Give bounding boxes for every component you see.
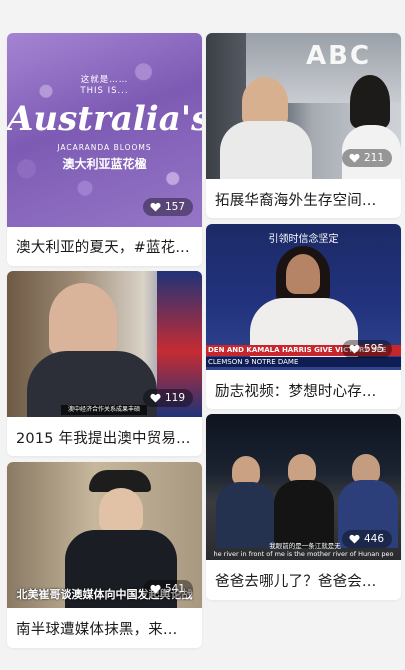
person-figure [216,482,276,548]
heart-icon [349,153,360,163]
heart-icon [150,393,161,403]
like-count: 446 [363,533,384,545]
video-subtitle: 澳中经济合作关系成果丰硕 [61,405,147,415]
video-thumbnail[interactable]: 澳中经济合作关系成果丰硕 119 [7,271,202,417]
like-count: 595 [363,343,384,355]
video-card[interactable]: 引领时信念坚定 DEN AND KAMALA HARRIS GIVE VICTO… [206,224,401,409]
video-caption[interactable]: 爸爸去哪儿了？爸爸会... [215,570,393,591]
like-count-badge: 119 [142,389,193,407]
heart-icon [349,344,360,354]
speaker-figure [99,488,143,532]
like-count: 157 [164,201,185,213]
video-subtitle: he river in front of me is the mother ri… [213,550,394,558]
video-card[interactable]: ABC 211 拓展华裔海外生存空间... [206,33,401,218]
like-count-badge: 595 [341,340,392,358]
host-figure [242,77,288,127]
person-figure [274,480,334,548]
video-card[interactable]: 这就是…… THIS IS... Australia's JACARANDA B… [7,33,202,266]
thumbnail-text: THIS IS... [80,86,129,96]
video-thumbnail[interactable]: 这就是…… THIS IS... Australia's JACARANDA B… [7,33,202,227]
thumbnail-text: JACARANDA BLOOMS [57,143,152,152]
video-caption[interactable]: 拓展华裔海外生存空间... [215,189,393,210]
thumbnail-title: Australia's [7,99,202,139]
speaker-figure [49,283,117,355]
like-count-badge: 157 [142,198,193,216]
video-thumbnail[interactable]: ABC 211 [206,33,401,179]
video-caption[interactable]: 澳大利亚的夏天，#蓝花... [16,236,194,257]
like-count: 541 [164,583,185,595]
like-count-badge: 446 [341,530,392,548]
video-card[interactable]: 北美崔哥谈澳媒体向中国发起舆论战 541 南半球遭媒体抹黑，来... [7,462,202,648]
video-caption[interactable]: 2015 年我提出澳中贸易... [16,427,194,448]
video-thumbnail[interactable]: 北美崔哥谈澳媒体向中国发起舆论战 541 [7,462,202,608]
video-thumbnail[interactable]: 我眼前的是一条江就是无 he river in front of me is t… [206,414,401,560]
like-count: 119 [164,392,185,404]
news-ticker: CLEMSON 9 NOTRE DAME [206,357,401,367]
heart-icon [150,584,161,594]
video-thumbnail[interactable]: 引领时信念坚定 DEN AND KAMALA HARRIS GIVE VICTO… [206,224,401,370]
thumbnail-text: 澳大利亚蓝花楹 [62,157,147,171]
video-subtitle: 引领时信念坚定 [268,234,339,245]
like-count: 211 [363,152,384,164]
video-card[interactable]: 我眼前的是一条江就是无 he river in front of me is t… [206,414,401,600]
video-feed-grid: 这就是…… THIS IS... Australia's JACARANDA B… [0,0,405,670]
guest-hair [350,75,390,129]
speaker-figure [286,254,320,294]
like-count-badge: 541 [142,580,193,598]
video-card[interactable]: 澳中经济合作关系成果丰硕 119 2015 年我提出澳中贸易... [7,271,202,456]
like-count-badge: 211 [341,149,392,167]
video-caption[interactable]: 励志视频：梦想时心存... [215,380,393,401]
heart-icon [349,534,360,544]
video-caption[interactable]: 南半球遭媒体抹黑，来... [16,618,194,639]
host-shirt [220,121,312,179]
thumbnail-text: 这就是…… [80,75,129,85]
heart-icon [150,202,161,212]
